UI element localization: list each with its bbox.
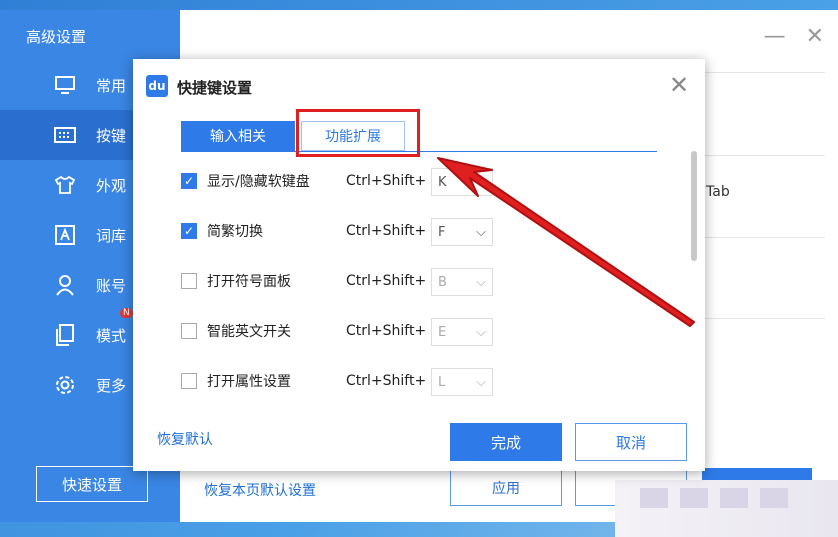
row-label: 打开属性设置 [207, 374, 291, 390]
key-value: K [438, 174, 447, 190]
chevron-down-icon: ⌵ [476, 274, 486, 290]
sidebar-item-label: 账号 [96, 276, 127, 295]
red-highlight-box [296, 109, 420, 157]
key-select[interactable]: K ⌵ [431, 168, 493, 196]
shortcut-row-symbol-panel: 打开符号面板 Ctrl+Shift+ B ⌵ [181, 266, 511, 296]
divider [705, 318, 825, 319]
sidebar-item-label: 按键 [96, 126, 127, 145]
tshirt-icon [54, 174, 76, 196]
cancel-button[interactable]: 取消 [575, 423, 687, 461]
row-label: 打开符号面板 [207, 274, 291, 290]
sidebar-title: 高级设置 [26, 28, 87, 46]
key-value: E [438, 324, 447, 340]
divider [705, 72, 825, 73]
shortcut-row-property-settings: 打开属性设置 Ctrl+Shift+ L ⌵ [181, 366, 511, 396]
restore-page-defaults-link[interactable]: 恢复本页默认设置 [204, 480, 316, 500]
chevron-down-icon: ⌵ [476, 174, 486, 190]
new-badge: N [120, 308, 133, 318]
close-icon[interactable]: ✕ [806, 24, 824, 49]
restore-default-link[interactable]: 恢复默认 [157, 429, 213, 449]
shortcut-prefix: Ctrl+Shift+ [346, 373, 427, 389]
checkbox-checked[interactable]: ✓ [181, 223, 197, 239]
user-icon [54, 274, 76, 296]
key-select[interactable]: F ⌵ [431, 218, 493, 246]
divider [705, 237, 825, 238]
chevron-down-icon: ⌵ [476, 224, 486, 240]
chevron-down-icon: ⌵ [476, 374, 486, 390]
checkbox-checked[interactable]: ✓ [181, 173, 197, 189]
key-value: B [438, 274, 447, 290]
key-select[interactable]: B ⌵ [431, 268, 493, 296]
row-label: 简繁切换 [207, 224, 263, 240]
scrollbar[interactable] [691, 151, 697, 261]
apply-button[interactable]: 应用 [450, 470, 562, 506]
quick-settings-button[interactable]: 快速设置 [36, 466, 148, 502]
sidebar-item-label: 模式 [96, 326, 127, 345]
chevron-down-icon: ⌵ [476, 324, 486, 340]
shortcut-row-traditional-simplified: ✓ 简繁切换 Ctrl+Shift+ F ⌵ [181, 216, 511, 246]
sidebar-item-label: 外观 [96, 176, 127, 195]
checkbox-unchecked[interactable] [181, 323, 197, 339]
minimize-icon[interactable]: — [764, 24, 786, 49]
sidebar-item-label: 更多 [96, 376, 127, 395]
gear-icon [54, 374, 76, 396]
key-select[interactable]: E ⌵ [431, 318, 493, 346]
shortcut-prefix: Ctrl+Shift+ [346, 273, 427, 289]
row-label: 显示/隐藏软键盘 [207, 174, 310, 190]
key-value: F [438, 224, 446, 240]
close-icon[interactable]: ✕ [669, 71, 689, 99]
key-select[interactable]: L ⌵ [431, 368, 493, 396]
checkbox-unchecked[interactable] [181, 273, 197, 289]
shortcut-settings-dialog: du 快捷键设置 ✕ 输入相关 功能扩展 ✓ 显示/隐藏软键盘 Ctrl+Shi… [133, 59, 705, 471]
divider [705, 155, 825, 156]
window-controls: — ✕ [764, 24, 824, 49]
key-value: L [438, 374, 446, 390]
letter-a-icon [54, 224, 76, 246]
shortcut-row-smart-english: 智能英文开关 Ctrl+Shift+ E ⌵ [181, 316, 511, 346]
done-button[interactable]: 完成 [450, 423, 562, 461]
blurred-watermark [640, 488, 788, 508]
copy-icon [54, 324, 76, 346]
shortcut-prefix: Ctrl+Shift+ [346, 323, 427, 339]
keyboard-icon [54, 124, 76, 146]
shortcut-prefix: Ctrl+Shift+ [346, 223, 427, 239]
row-label: 智能英文开关 [207, 324, 291, 340]
shortcut-prefix: Ctrl+Shift+ [346, 173, 427, 189]
checkbox-unchecked[interactable] [181, 373, 197, 389]
dialog-title: 快捷键设置 [177, 79, 253, 97]
sidebar-item-label: 常用 [96, 76, 127, 95]
tab-key-text: Tab [706, 184, 730, 200]
monitor-icon [54, 74, 76, 96]
tab-input-related[interactable]: 输入相关 [181, 121, 295, 151]
du-logo-icon: du [146, 75, 168, 97]
shortcut-row-soft-keyboard: ✓ 显示/隐藏软键盘 Ctrl+Shift+ K ⌵ [181, 166, 511, 196]
sidebar-item-label: 词库 [96, 226, 127, 245]
